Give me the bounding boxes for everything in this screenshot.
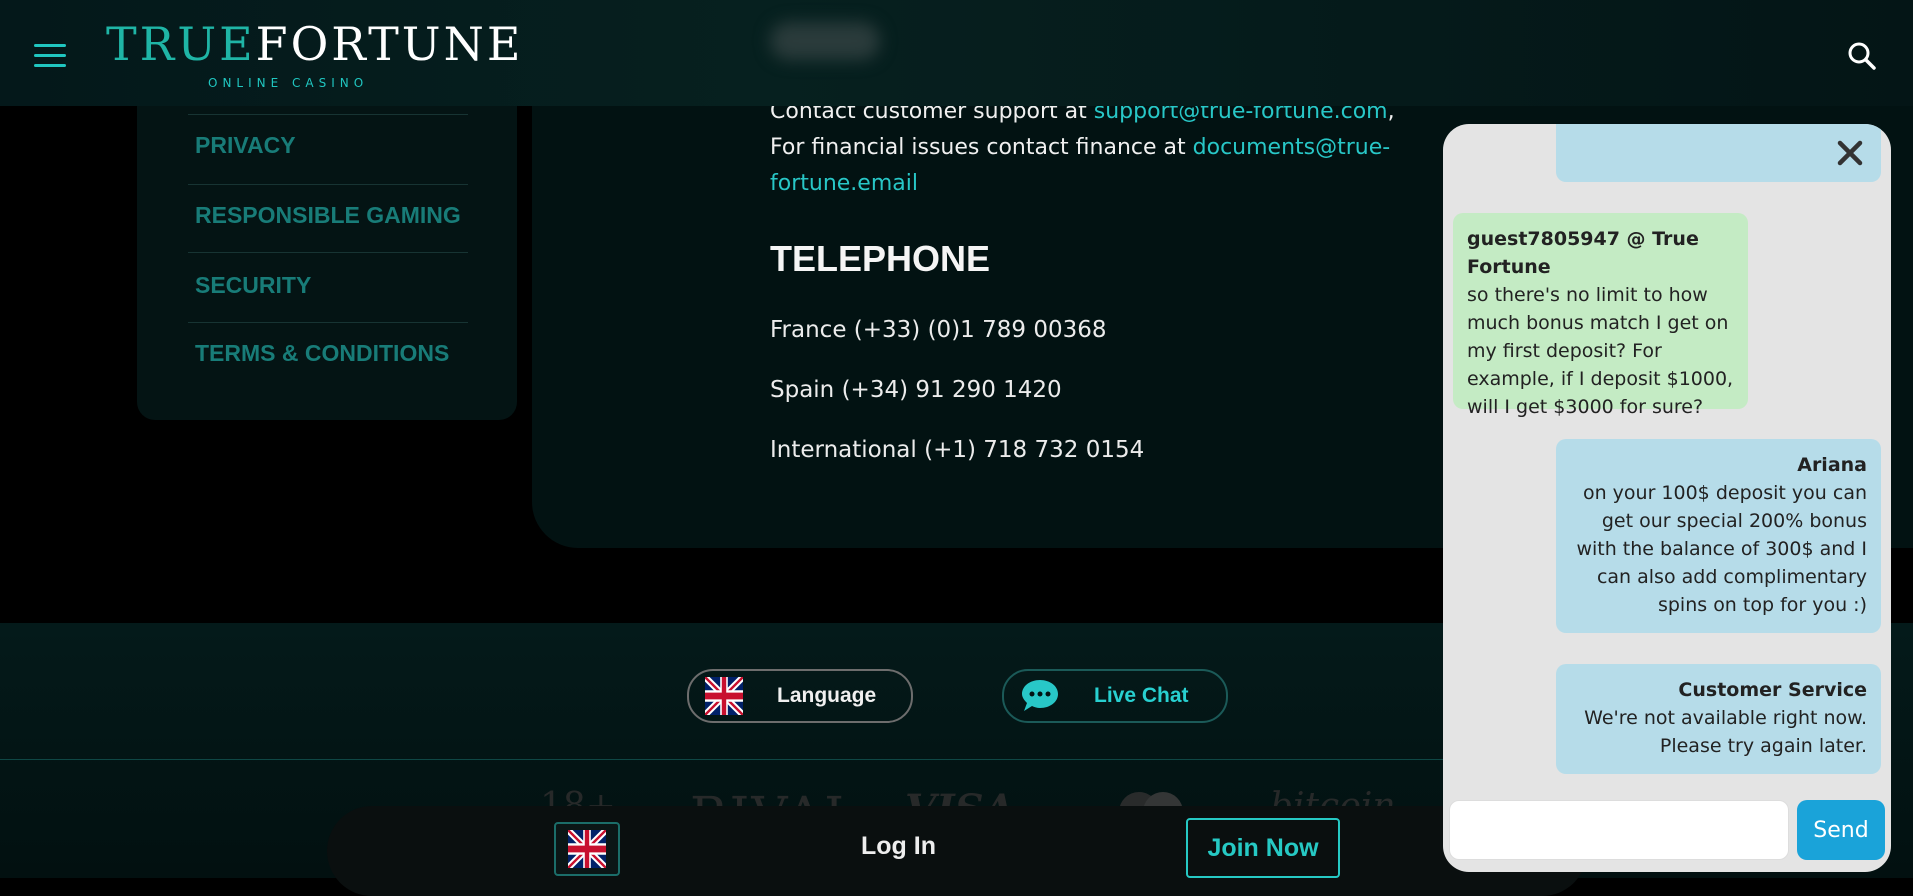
site-header: TRUEFORTUNE ONLINE CASINO — [0, 0, 1913, 106]
close-icon[interactable] — [1833, 136, 1867, 170]
message-text: on your 100$ deposit you can get our spe… — [1576, 482, 1867, 616]
finance-contact-line-2: fortune.email — [770, 171, 918, 196]
search-icon[interactable] — [1846, 40, 1878, 72]
uk-flag-icon — [703, 673, 745, 719]
footer-divider — [0, 759, 1460, 760]
info-nav-card: PRIVACY RESPONSIBLE GAMING SECURITY TERM… — [137, 60, 517, 420]
nav-item-responsible-gaming[interactable]: RESPONSIBLE GAMING — [195, 202, 475, 229]
phone-spain: Spain (+34) 91 290 1420 — [770, 377, 1062, 403]
chat-message-input[interactable] — [1449, 800, 1789, 860]
message-author: Customer Service — [1678, 679, 1867, 701]
message-text: We're not available right now. Please tr… — [1584, 707, 1867, 757]
chat-bubble-icon — [1020, 677, 1058, 715]
finance-email-link-cont[interactable]: fortune.email — [770, 171, 918, 196]
blurred-header-tab — [770, 22, 880, 60]
nav-item-privacy[interactable]: PRIVACY — [195, 132, 475, 159]
message-author: guest7805947 @ True Fortune — [1467, 228, 1699, 278]
uk-flag-icon — [568, 830, 606, 868]
chat-message-system: Customer Service We're not available rig… — [1556, 664, 1881, 774]
telephone-heading: TELEPHONE — [770, 238, 991, 279]
nav-item-security[interactable]: SECURITY — [195, 272, 475, 299]
join-now-button[interactable]: Join Now — [1186, 818, 1340, 878]
language-flag-button[interactable] — [554, 822, 620, 876]
message-author: Ariana — [1797, 454, 1867, 476]
live-chat-button[interactable]: Live Chat — [1002, 669, 1228, 723]
finance-contact-line: For financial issues contact finance at … — [770, 135, 1390, 160]
login-button[interactable]: Log In — [861, 832, 936, 861]
divider — [188, 322, 468, 323]
divider — [188, 114, 468, 115]
send-button[interactable]: Send — [1797, 800, 1885, 860]
chat-widget: guest7805947 @ True Fortune so there's n… — [1443, 124, 1891, 872]
phone-international: International (+1) 718 732 0154 — [770, 437, 1145, 463]
divider — [188, 252, 468, 253]
chat-message-guest: guest7805947 @ True Fortune so there's n… — [1453, 213, 1748, 418]
logo-true: TRUE — [106, 17, 256, 71]
chat-message-agent: Ariana on your 100$ deposit you can get … — [1556, 439, 1881, 633]
language-button[interactable]: Language — [687, 669, 913, 723]
finance-prefix: For financial issues contact finance at — [770, 135, 1193, 160]
phone-france: France (+33) (0)1 789 00368 — [770, 317, 1107, 343]
message-text: so there's no limit to how much bonus ma… — [1467, 284, 1734, 418]
language-label: Language — [777, 684, 877, 707]
site-logo[interactable]: TRUEFORTUNE ONLINE CASINO — [106, 17, 520, 90]
nav-item-terms[interactable]: TERMS & CONDITIONS — [195, 340, 475, 367]
divider — [188, 184, 468, 185]
bottom-action-bar — [327, 806, 1587, 896]
logo-subtitle: ONLINE CASINO — [208, 76, 369, 90]
live-chat-label: Live Chat — [1094, 684, 1189, 707]
hamburger-icon[interactable] — [34, 44, 66, 68]
finance-email-link[interactable]: documents@true- — [1193, 135, 1391, 160]
logo-fortune: FORTUNE — [255, 17, 524, 71]
